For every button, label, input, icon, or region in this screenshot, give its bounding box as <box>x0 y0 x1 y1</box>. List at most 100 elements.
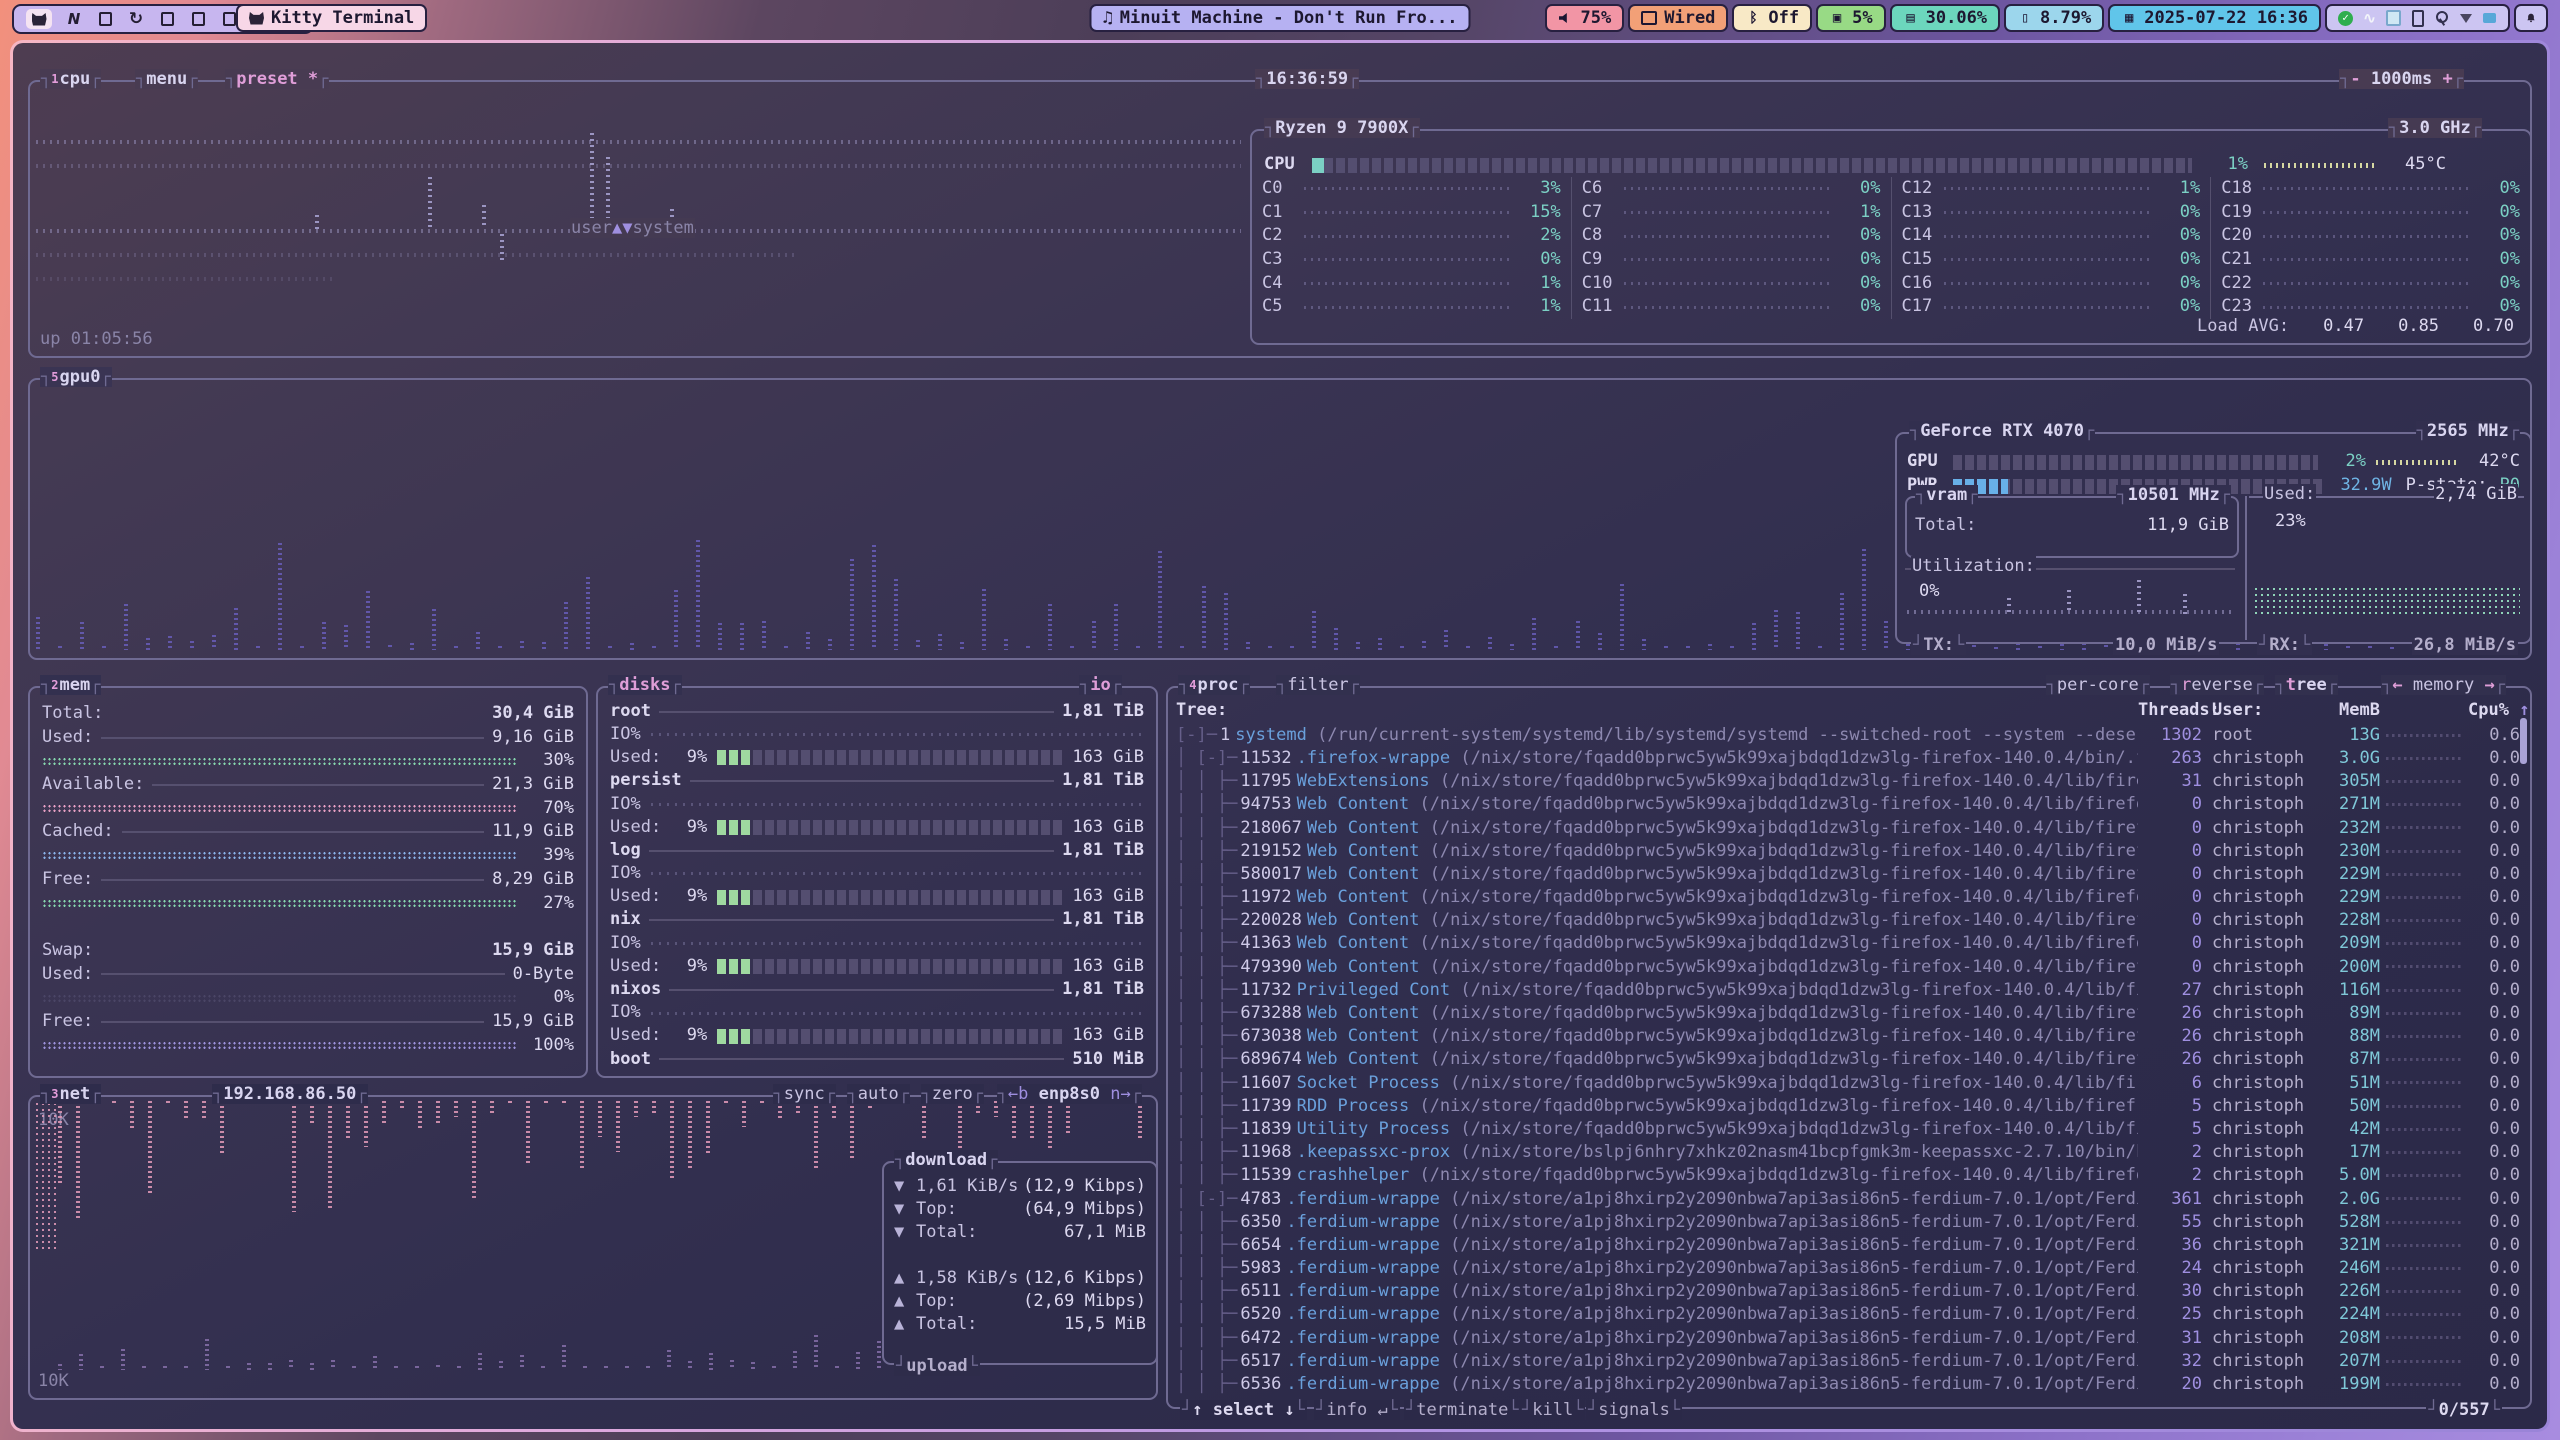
process-row[interactable]: │ │ ├─41363Web Content (/nix/store/fqadd… <box>1168 933 2530 956</box>
process-row[interactable]: │ │ ├─6654.ferdium-wrappe (/nix/store/a1… <box>1168 1234 2530 1257</box>
tray-icon[interactable] <box>2338 11 2353 26</box>
process-row[interactable]: │ │ ├─6520.ferdium-wrappe (/nix/store/a1… <box>1168 1304 2530 1327</box>
process-row[interactable]: │ │ ├─11972Web Content (/nix/store/fqadd… <box>1168 886 2530 909</box>
notification-module[interactable] <box>2514 4 2548 32</box>
cpu-panel: ┐1cpu┌ ┐menu┌ ┐preset *┌ ┐16:36:59┌ ┐- 1… <box>28 80 2532 358</box>
net-sync-button[interactable]: ┐sync┌ <box>773 1084 836 1104</box>
tray-icon[interactable] <box>2386 11 2401 26</box>
process-row[interactable]: │ │ ├─219152Web Content (/nix/store/fqad… <box>1168 840 2530 863</box>
gpu-util-pct: 2% <box>2318 450 2366 474</box>
process-row[interactable]: │ │ ├─6511.ferdium-wrappe (/nix/store/a1… <box>1168 1281 2530 1304</box>
core-row: C150% <box>1892 248 2211 272</box>
net-auto-button[interactable]: ┐auto┌ <box>847 1084 910 1104</box>
system-tray <box>2325 4 2510 32</box>
tray-icon[interactable] <box>2362 11 2377 26</box>
disk-used-meter <box>717 959 1062 974</box>
process-row[interactable]: │ │ ├─11968.keepassxc-prox (/nix/store/b… <box>1168 1141 2530 1164</box>
tx-label: ┘TX:└ <box>1911 635 1966 655</box>
clock-module[interactable]: ▦ 2025-07-22 16:36 <box>2108 4 2321 32</box>
speaker-icon <box>1558 12 1574 24</box>
process-row[interactable]: [-]─1systemd (/run/current-system/system… <box>1168 724 2530 747</box>
bluetooth-icon <box>1745 4 1761 32</box>
net-panel-title[interactable]: ┐3net┌ <box>40 1084 101 1104</box>
net-interface-switcher[interactable]: ┐←b enp8s0 n→┌ <box>997 1084 1142 1104</box>
disk-entry: persist1,81 TiB IO% Used:9%163 GiB <box>598 770 1156 840</box>
workspace-icon[interactable] <box>127 9 145 29</box>
kill-button[interactable]: ┘kill└ <box>1520 1400 1585 1420</box>
workspace-icon[interactable] <box>96 9 114 29</box>
menu-button[interactable]: ┐menu┌ <box>135 69 198 89</box>
process-row[interactable]: │ │ ├─11795WebExtensions (/nix/store/fqa… <box>1168 770 2530 793</box>
process-row[interactable]: │ │ ├─580017Web Content (/nix/store/fqad… <box>1168 863 2530 886</box>
per-core-toggle[interactable]: ┐per-core┌ <box>2046 675 2150 695</box>
select-buttons[interactable]: ┘↑ select ↓└ <box>1180 1400 1307 1420</box>
process-row[interactable]: │ │ ├─6472.ferdium-wrappe (/nix/store/a1… <box>1168 1327 2530 1350</box>
terminate-button[interactable]: ┘terminate└ <box>1404 1400 1521 1420</box>
process-row[interactable]: │ │ ├─6517.ferdium-wrappe (/nix/store/a1… <box>1168 1350 2530 1373</box>
core-row: C200% <box>2211 224 2530 248</box>
gpu-panel-title[interactable]: ┐5gpu0┌ <box>40 367 112 387</box>
core-row: C115% <box>1252 201 1571 225</box>
core-row: C41% <box>1252 272 1571 296</box>
process-row[interactable]: │ │ ├─6350.ferdium-wrappe (/nix/store/a1… <box>1168 1211 2530 1234</box>
workspace-icon[interactable] <box>26 9 52 29</box>
tree-toggle[interactable]: ┐tree┌ <box>2275 675 2338 695</box>
cpu-chip-icon: ▣ <box>1829 4 1845 32</box>
memory-panel-title[interactable]: ┐2mem┌ <box>40 675 101 695</box>
disk-entry: log1,81 TiB IO% Used:9%163 GiB <box>598 839 1156 909</box>
reverse-toggle[interactable]: ┐reverse┌ <box>2170 675 2264 695</box>
io-mode-button[interactable]: ┐io┌ <box>1079 675 1122 695</box>
process-row[interactable]: │ │ ├─220028Web Content (/nix/store/fqad… <box>1168 910 2530 933</box>
process-row[interactable]: │ │ ├─6536.ferdium-wrappe (/nix/store/a1… <box>1168 1373 2530 1396</box>
update-interval-control[interactable]: ┐- 1000ms +┌ <box>2339 69 2464 89</box>
memory-module[interactable]: ▤ 30.06% <box>1890 4 2000 32</box>
tray-icon[interactable] <box>2458 11 2473 26</box>
sort-column-switcher[interactable]: ┐← memory →┌ <box>2381 675 2506 695</box>
process-row[interactable]: │ [-]─11532.firefox-wrappe (/nix/store/f… <box>1168 747 2530 770</box>
net-upload-graph <box>58 1318 898 1370</box>
process-row[interactable]: │ │ ├─689674Web Content (/nix/store/fqad… <box>1168 1049 2530 1072</box>
info-button[interactable]: ┘info ↵└ <box>1314 1400 1400 1420</box>
process-row[interactable]: │ │ ├─11539crashhelper (/nix/store/fqadd… <box>1168 1165 2530 1188</box>
workspace-icon[interactable] <box>189 9 207 29</box>
core-row: C130% <box>1892 201 2211 225</box>
disk-module[interactable]: ▯ 8.79% <box>2004 4 2104 32</box>
proc-panel-title[interactable]: ┐4proc┌ <box>1178 675 1250 695</box>
preset-button[interactable]: ┐preset *┌ <box>225 69 329 89</box>
cpu-module[interactable]: ▣ 5% <box>1816 4 1885 32</box>
process-row[interactable]: │ │ ├─94753Web Content (/nix/store/fqadd… <box>1168 794 2530 817</box>
gpu-frequency: ┐2565 MHz┌ <box>2416 421 2520 441</box>
process-row[interactable]: │ [-]─4783.ferdium-wrappe (/nix/store/a1… <box>1168 1188 2530 1211</box>
process-row[interactable]: │ │ ├─673288Web Content (/nix/store/fqad… <box>1168 1002 2530 1025</box>
process-scrollbar[interactable] <box>2520 718 2527 764</box>
core-row: C30% <box>1252 248 1571 272</box>
core-row: C170% <box>1892 295 2211 319</box>
process-row[interactable]: │ │ ├─11839Utility Process (/nix/store/f… <box>1168 1118 2530 1141</box>
process-row[interactable]: │ │ ├─479390Web Content (/nix/store/fqad… <box>1168 956 2530 979</box>
workspace-icon[interactable] <box>158 9 176 29</box>
workspace-icon[interactable] <box>65 9 83 29</box>
process-row[interactable]: │ │ ├─673038Web Content (/nix/store/fqad… <box>1168 1025 2530 1048</box>
disk-used-meter <box>717 890 1062 905</box>
process-table-header[interactable]: Tree: Threads: User: MemB Cpu% ↑ <box>1168 698 2530 724</box>
disks-panel-title[interactable]: ┐disks┌ <box>608 675 682 695</box>
signals-button[interactable]: ┘signals└ <box>1586 1400 1682 1420</box>
graph-legend[interactable]: user▲▼system <box>570 218 695 238</box>
volume-module[interactable]: 75% <box>1545 4 1625 32</box>
network-module[interactable]: Wired <box>1628 4 1728 32</box>
process-row[interactable]: │ │ ├─5983.ferdium-wrappe (/nix/store/a1… <box>1168 1257 2530 1280</box>
cpu-panel-title[interactable]: ┐1cpu┌ <box>40 69 101 89</box>
music-module[interactable]: ♫ Minuit Machine - Don't Run Fro... <box>1089 4 1470 32</box>
process-row[interactable]: │ │ ├─11739RDD Process (/nix/store/fqadd… <box>1168 1095 2530 1118</box>
gpu-temp: 42°C <box>2468 450 2520 474</box>
process-row[interactable]: │ │ ├─11607Socket Process (/nix/store/fq… <box>1168 1072 2530 1095</box>
bluetooth-module[interactable]: Off <box>1732 4 1812 32</box>
wired-network-icon <box>1641 11 1657 25</box>
process-row[interactable]: │ │ ├─11732Privileged Cont (/nix/store/f… <box>1168 979 2530 1002</box>
filter-button[interactable]: ┐filter┌ <box>1276 675 1360 695</box>
tray-icon[interactable] <box>2434 11 2449 26</box>
process-row[interactable]: │ │ ├─218067Web Content (/nix/store/fqad… <box>1168 817 2530 840</box>
net-zero-button[interactable]: ┐zero┌ <box>921 1084 984 1104</box>
tray-icon[interactable] <box>2482 11 2497 26</box>
tray-icon[interactable] <box>2410 11 2425 26</box>
